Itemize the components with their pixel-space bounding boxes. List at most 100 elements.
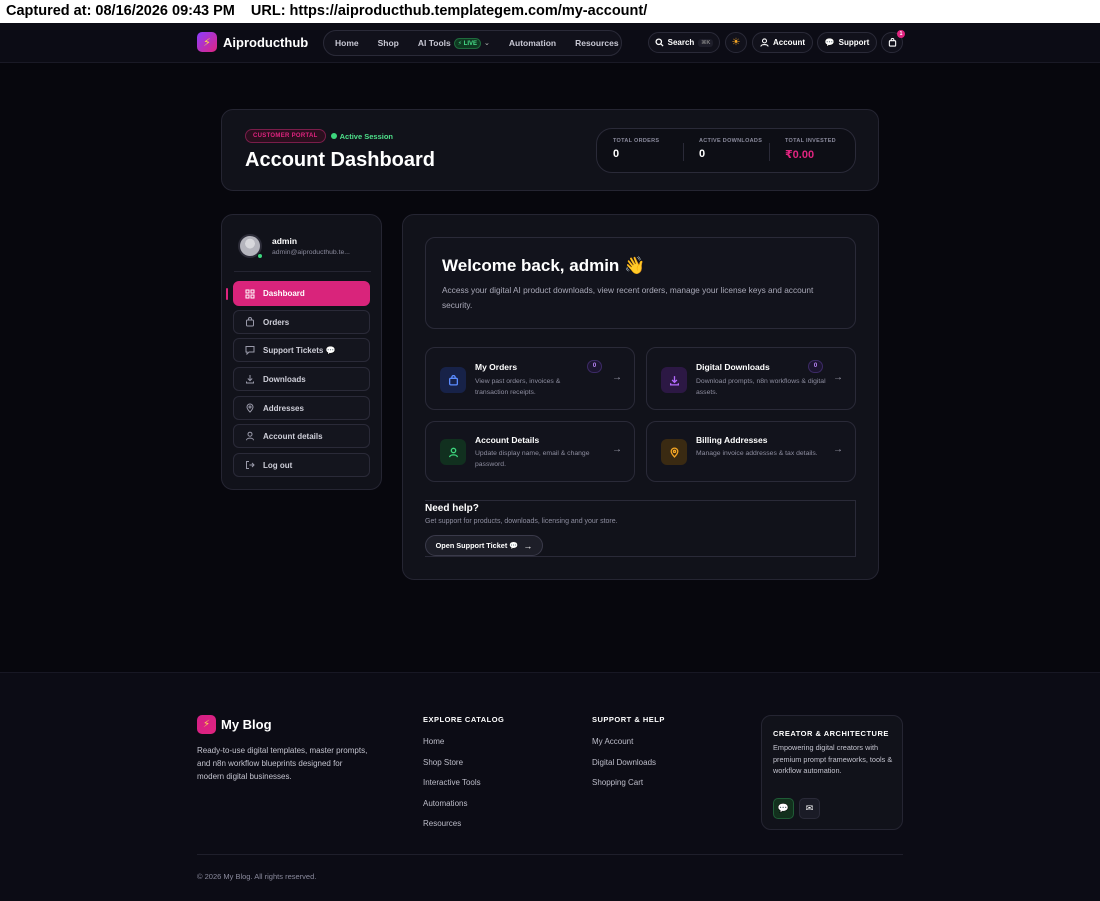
stat-total-invested: TOTAL INVESTED ₹0.00 (769, 129, 855, 172)
email-icon[interactable]: ✉ (799, 798, 820, 819)
tile-billing-addresses[interactable]: Billing Addresses Manage invoice address… (646, 421, 856, 482)
help-panel: Need help? Get support for products, dow… (425, 500, 856, 557)
help-text: Get support for products, downloads, lic… (425, 518, 618, 525)
user-icon (760, 38, 769, 47)
sidebar-item-account-details[interactable]: Account details (233, 424, 370, 448)
account-label: Account (773, 38, 805, 47)
stats-panel: TOTAL ORDERS 0 ACTIVE DOWNLOADS 0 TOTAL … (596, 128, 856, 173)
search-button[interactable]: Search ⌘K (648, 32, 720, 53)
site-logo[interactable]: ⚡ Aiproducthub (197, 32, 308, 52)
tile-description: Update display name, email & change pass… (475, 450, 590, 468)
arrow-right-icon: → (612, 444, 622, 455)
sidebar-item-downloads[interactable]: Downloads (233, 367, 370, 391)
sidebar-item-addresses[interactable]: Addresses (233, 396, 370, 420)
capture-url: URL: https://aiproducthub.templategem.co… (250, 3, 648, 19)
theme-toggle-button[interactable]: ☀ (725, 32, 747, 53)
chevron-down-icon: ⌄ (484, 40, 490, 47)
nav-automation[interactable]: Automation (509, 38, 556, 48)
nav-home[interactable]: Home (335, 38, 359, 48)
sidebar-item-label: Log out (263, 460, 293, 470)
nav-resources[interactable]: Resources (575, 38, 618, 48)
tile-description: Manage invoice addresses & tax details. (696, 450, 818, 457)
tile-title: My Orders (475, 362, 518, 372)
active-session-indicator: Active Session (330, 131, 393, 141)
search-label: Search (667, 38, 695, 47)
support-label: Support (838, 38, 870, 47)
stat-value: 0 (613, 148, 620, 160)
shopping-bag-icon (440, 367, 466, 393)
main-nav: Home Shop AI Tools ⚡ LIVE ⌄ Automation R… (323, 30, 622, 56)
page-title: Account Dashboard (245, 149, 436, 171)
welcome-text: Access your digital AI product downloads… (442, 285, 814, 310)
footer-copyright: © 2026 My Blog. All rights reserved. (197, 872, 317, 881)
footer-brand-name: My Blog (221, 717, 272, 732)
footer-link-interactive-tools[interactable]: Interactive Tools (423, 778, 481, 787)
tile-title: Account Details (475, 435, 540, 445)
sidebar-item-orders[interactable]: Orders (233, 310, 370, 334)
capture-info-bar: Captured at: 08/16/2026 09:43 PM URL: htt… (0, 0, 1100, 23)
log-out-icon (246, 461, 255, 469)
creator-text: Empowering digital creators with premium… (773, 743, 893, 775)
lightning-icon: ⚡ (197, 715, 216, 734)
footer-link-my-account[interactable]: My Account (592, 737, 633, 746)
nav-ai-tools-label: AI Tools (417, 38, 451, 48)
stat-total-orders: TOTAL ORDERS 0 (597, 129, 683, 172)
footer-link-shopping-cart[interactable]: Shopping Cart (592, 778, 643, 787)
active-session-label: Active Session (339, 131, 393, 141)
tile-account-details[interactable]: Account Details Update display name, ema… (425, 421, 635, 482)
support-button[interactable]: 💬 Support (817, 32, 877, 53)
welcome-panel: Welcome back, admin 👋 Access your digita… (425, 237, 856, 329)
footer-support-title: SUPPORT & HELP (592, 715, 665, 724)
open-support-ticket-label: Open Support Ticket 💬 (435, 541, 519, 550)
cart-button[interactable]: 1 (881, 30, 905, 53)
sidebar-item-label: Orders (263, 317, 290, 327)
map-pin-icon (661, 439, 687, 465)
cart-count-badge: 1 (897, 30, 905, 38)
footer-link-home[interactable]: Home (423, 737, 444, 746)
open-support-ticket-button[interactable]: Open Support Ticket 💬 → (425, 535, 543, 556)
welcome-title: Welcome back, admin 👋 (442, 256, 646, 275)
footer-link-resources[interactable]: Resources (423, 819, 461, 828)
sidebar-user-name: admin (272, 236, 298, 246)
tile-my-orders[interactable]: My Orders View past orders, invoices & t… (425, 347, 635, 410)
sidebar-item-label: Addresses (263, 403, 304, 413)
account-button[interactable]: Account (752, 32, 813, 53)
sidebar-item-label: Downloads (263, 374, 306, 384)
footer-divider (197, 854, 903, 855)
footer-tagline: Ready-to-use digital templates, master p… (197, 746, 368, 781)
online-status-dot (257, 253, 263, 259)
download-icon (246, 375, 254, 384)
footer-explore-title: EXPLORE CATALOG (423, 715, 505, 724)
sidebar-divider (234, 271, 371, 272)
tile-description: Download prompts, n8n workflows & digita… (696, 378, 826, 396)
sidebar-item-dashboard[interactable]: Dashboard (233, 281, 370, 306)
whatsapp-icon[interactable]: 💬 (773, 798, 794, 819)
help-title: Need help? (425, 503, 479, 514)
portal-status-row: CUSTOMER PORTAL Active Session (245, 129, 393, 143)
customer-portal-badge: CUSTOMER PORTAL (245, 129, 326, 143)
sidebar-item-label: Dashboard (263, 289, 305, 298)
live-badge: ⚡ LIVE (453, 37, 481, 49)
footer-link-digital-downloads[interactable]: Digital Downloads (592, 758, 656, 767)
arrow-right-icon: → (833, 444, 843, 455)
sidebar-item-support-tickets[interactable]: Support Tickets 💬 (233, 338, 370, 362)
tile-count-badge: 0 (587, 360, 602, 373)
sidebar-item-log-out[interactable]: Log out (233, 453, 370, 477)
tile-digital-downloads[interactable]: Digital Downloads Download prompts, n8n … (646, 347, 856, 410)
shopping-bag-icon (888, 38, 896, 47)
arrow-right-icon: → (523, 540, 533, 551)
stat-value: 0 (699, 148, 706, 160)
footer-brand[interactable]: ⚡ My Blog (197, 715, 272, 734)
footer-link-automations[interactable]: Automations (423, 799, 467, 808)
creator-title: CREATOR & ARCHITECTURE (773, 729, 889, 738)
lightning-icon: ⚡ (197, 32, 217, 52)
site-footer: ⚡ My Blog Ready-to-use digital templates… (0, 672, 1100, 901)
arrow-right-icon: → (833, 372, 843, 383)
stat-value: ₹0.00 (785, 149, 815, 161)
tile-count-badge: 0 (808, 360, 823, 373)
shopping-bag-icon (246, 317, 254, 327)
footer-link-shop-store[interactable]: Shop Store (423, 758, 463, 767)
nav-shop[interactable]: Shop (378, 38, 399, 48)
sidebar-item-label: Account details (263, 431, 323, 441)
nav-ai-tools[interactable]: AI Tools ⚡ LIVE ⌄ (417, 37, 490, 49)
